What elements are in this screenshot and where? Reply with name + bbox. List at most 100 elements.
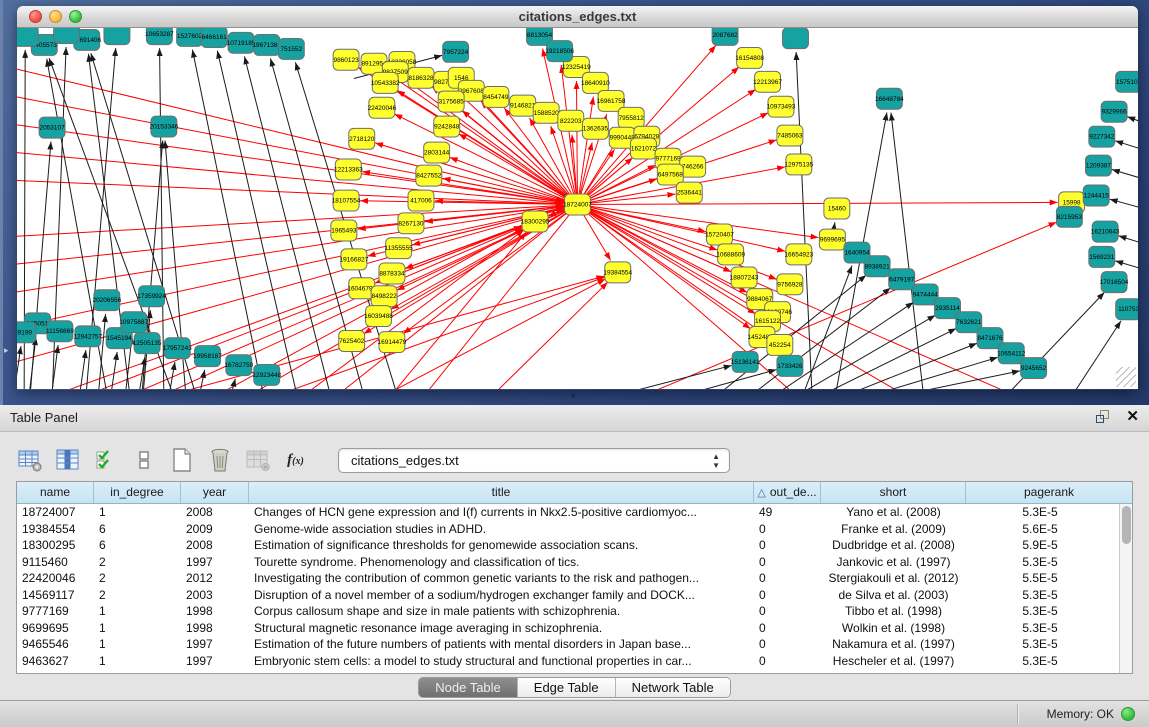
graph-node[interactable] — [783, 28, 809, 49]
float-panel-icon[interactable] — [1096, 409, 1112, 425]
graph-node[interactable]: 9699695 — [819, 229, 845, 250]
close-window-button[interactable] — [29, 10, 42, 23]
graph-node[interactable]: 1575107 — [1116, 71, 1138, 92]
graph-node[interactable]: 16782759 — [224, 355, 253, 376]
graph-node[interactable]: 1209387 — [1085, 155, 1111, 176]
graph-node[interactable]: 12942757 — [73, 326, 102, 347]
graph-node[interactable]: 1588520 — [533, 102, 559, 123]
column-header-pagerank[interactable]: pagerank — [966, 482, 1132, 503]
graph-node[interactable] — [104, 28, 130, 45]
graph-node[interactable]: 15720407 — [705, 224, 734, 245]
graph-node[interactable]: 10543382 — [371, 72, 400, 93]
graph-node[interactable]: 7625402 — [339, 331, 365, 352]
graph-edge[interactable] — [857, 357, 998, 389]
graph-node[interactable]: 7957224 — [443, 41, 469, 62]
split-pane-handle[interactable]: ▾ — [571, 391, 576, 402]
scrollbar-thumb[interactable] — [1122, 506, 1131, 544]
graph-edge[interactable] — [1127, 117, 1138, 133]
graph-node[interactable]: 7485063 — [777, 125, 803, 146]
new-document-icon[interactable] — [168, 447, 195, 473]
select-columns-checklist-icon[interactable] — [92, 447, 119, 473]
graph-node[interactable]: 20153346 — [149, 116, 178, 137]
graph-edge[interactable] — [891, 113, 924, 389]
graph-node[interactable]: 19166827 — [340, 249, 369, 270]
function-builder-icon[interactable]: f(x) — [282, 447, 309, 473]
graph-node[interactable] — [17, 28, 38, 46]
minimize-window-button[interactable] — [49, 10, 62, 23]
graph-node[interactable]: 1362635 — [582, 118, 608, 139]
table-row[interactable]: 1830029562008Estimation of significance … — [17, 537, 1119, 554]
graph-node[interactable]: 15460 — [824, 198, 850, 219]
graph-node[interactable]: 17957243 — [163, 338, 192, 359]
graph-node[interactable]: 18724007 — [563, 194, 592, 215]
graph-node[interactable]: 10653287 — [145, 28, 174, 45]
graph-node[interactable] — [54, 28, 80, 44]
graph-node[interactable]: 12213363 — [334, 159, 363, 180]
graph-node[interactable]: 9242848 — [434, 116, 460, 137]
tab-network-table[interactable]: Network Table — [616, 678, 730, 697]
graph-node[interactable]: 9146821 — [510, 95, 536, 116]
graph-node[interactable]: 12213967 — [753, 71, 782, 92]
graph-node[interactable]: 1621072 — [630, 138, 656, 159]
graph-edge[interactable] — [561, 65, 577, 205]
graph-node[interactable]: 8186328 — [408, 67, 434, 88]
graph-edge[interactable] — [796, 52, 812, 389]
graph-node[interactable]: 16654923 — [784, 244, 813, 265]
graph-edge[interactable] — [1002, 292, 1104, 389]
graph-node[interactable]: 6466161 — [201, 28, 227, 47]
graph-node[interactable]: 8267130 — [398, 213, 424, 234]
table-row[interactable]: 2242004622012Investigating the contribut… — [17, 570, 1119, 587]
graph-node[interactable]: 2718120 — [349, 128, 375, 149]
table-row[interactable]: 977716911998Corpus callosum shape and si… — [17, 603, 1119, 620]
memory-status-indicator[interactable] — [1121, 707, 1135, 721]
graph-node[interactable]: 17359924 — [137, 286, 166, 307]
graph-edge[interactable] — [17, 208, 564, 332]
graph-node[interactable]: 822203 — [558, 110, 584, 131]
graph-node[interactable]: 18807243 — [730, 267, 759, 288]
graph-edge[interactable] — [17, 122, 564, 203]
graph-node[interactable]: 1527602 — [177, 28, 203, 46]
graph-edge[interactable] — [600, 365, 732, 389]
tab-edge-table[interactable]: Edge Table — [518, 678, 616, 697]
table-combobox[interactable]: citations_edges.txt ▲▼ — [338, 448, 730, 473]
graph-node[interactable]: 22420046 — [367, 97, 396, 118]
graph-node[interactable]: 16914479 — [378, 332, 407, 353]
graph-node[interactable]: 2053107 — [39, 117, 65, 138]
graph-node[interactable]: 9860123 — [333, 49, 359, 70]
tab-node-table[interactable]: Node Table — [419, 678, 518, 697]
graph-node[interactable]: 11156869 — [46, 321, 74, 342]
graph-node[interactable]: 8454749 — [483, 86, 509, 107]
graph-edge[interactable] — [1110, 199, 1138, 216]
network-view-canvas[interactable]: 1872400718300295193845549860123891295418… — [17, 28, 1138, 389]
graph-edge[interactable] — [421, 205, 578, 389]
graph-node[interactable]: 12975135 — [784, 154, 813, 175]
column-header-short[interactable]: short — [821, 482, 966, 503]
window-resize-grip[interactable] — [1116, 367, 1136, 387]
column-header-in_degree[interactable]: in_degree — [94, 482, 181, 503]
graph-node[interactable]: 16210643 — [1091, 221, 1120, 242]
graph-edge[interactable] — [17, 205, 564, 237]
graph-edge[interactable] — [79, 350, 86, 389]
graph-node[interactable]: 1965493 — [331, 220, 357, 241]
show-columns-icon[interactable] — [54, 447, 81, 473]
graph-node[interactable]: 8878334 — [379, 263, 405, 284]
graph-node[interactable]: 6497568 — [657, 164, 683, 185]
delete-icon[interactable] — [206, 447, 233, 473]
graph-node[interactable]: 18300295 — [521, 211, 550, 232]
zoom-window-button[interactable] — [69, 10, 82, 23]
graph-node[interactable]: 452254 — [767, 334, 793, 355]
column-header-year[interactable]: year — [181, 482, 249, 503]
column-header-out_de[interactable]: △out_de... — [754, 482, 821, 503]
graph-node[interactable]: 7955812 — [618, 107, 644, 128]
graph-edge[interactable] — [119, 227, 522, 389]
graph-node[interactable]: 19218506 — [545, 41, 574, 62]
graph-edge[interactable] — [17, 346, 21, 389]
row-height-icon[interactable] — [130, 447, 157, 473]
graph-node[interactable]: 1569231 — [1089, 246, 1115, 267]
graph-node[interactable]: 19958187 — [193, 346, 222, 367]
table-body[interactable]: 1872400712008Changes of HCN gene express… — [17, 504, 1119, 673]
graph-node[interactable]: 1640954 — [844, 242, 870, 263]
graph-node[interactable]: 6479197 — [889, 269, 915, 290]
close-panel-icon[interactable]: ✕ — [1126, 409, 1139, 425]
graph-edge[interactable] — [459, 134, 578, 205]
